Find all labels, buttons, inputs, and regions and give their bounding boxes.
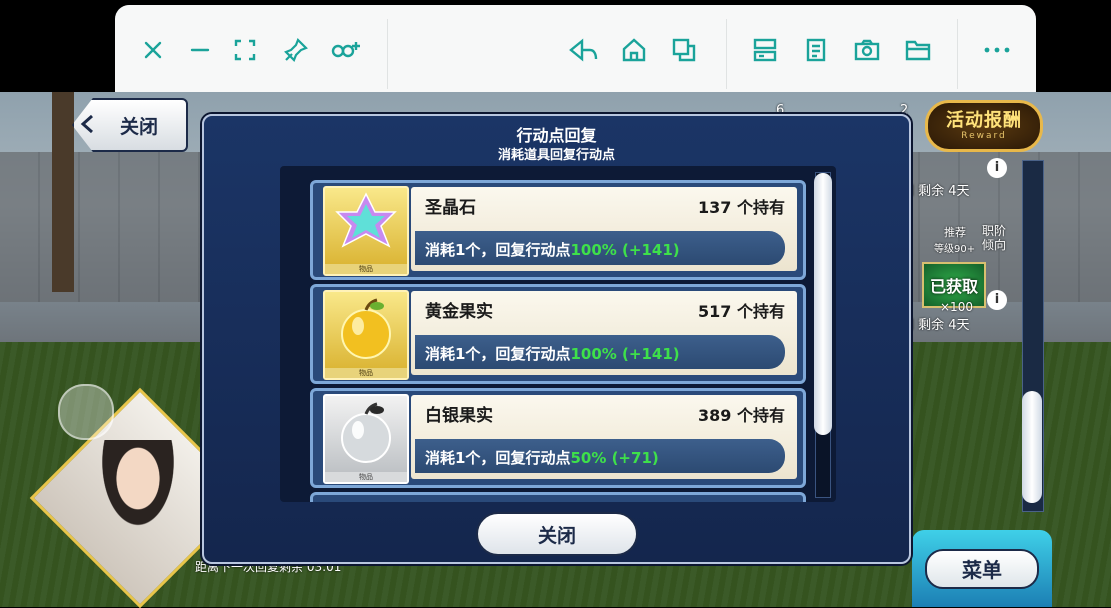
toolbar-separator [387,19,388,89]
dialog-title: 行动点回复 [516,126,597,145]
scene-close-label: 关闭 [119,115,158,138]
side-scroll-thumb[interactable] [1022,391,1042,503]
floating-window-toolbar [115,5,1036,92]
dialog-subtitle: 消耗道具回复行动点 [497,148,615,163]
reward-label: 活动报酬 [946,110,1022,131]
side-scroll-track[interactable] [1022,160,1044,512]
item-recover-amount: 100% (+141) [570,345,680,363]
ap-recovery-dialog: 行动点回复 消耗道具回复行动点 物品 圣晶石 137 个持有 消耗1个，回复行动… [202,114,911,564]
menu-button[interactable]: 菜单 [912,530,1052,607]
window-switch-icon[interactable] [667,33,701,67]
item-count: 389 个持有 [698,406,785,425]
recommended-level: 等级90+ [934,244,976,255]
close-icon[interactable] [136,33,170,67]
item-effect-text: 消耗1个，回复行动点 [425,345,571,363]
item-effect-text: 消耗1个，回复行动点 [425,449,571,467]
item-recover-amount: 100% (+141) [570,241,680,259]
more-icon[interactable] [980,33,1014,67]
back-arrow-icon [80,114,93,134]
fullscreen-icon[interactable] [228,33,262,67]
item-recover-amount: 50% (+71) [570,449,659,467]
folder-icon[interactable] [901,33,935,67]
item-effect-bar: 消耗1个，回复行动点50% (+71) [415,439,785,473]
event-reward-button[interactable]: 活动报酬 Reward [925,100,1043,152]
item-name: 白银果实 [425,406,493,426]
storage-icon[interactable] [748,33,782,67]
item-effect-bar: 消耗1个，回复行动点100% (+141) [415,335,785,369]
home-icon[interactable] [617,33,651,67]
recovery-item-golden-apple[interactable]: 物品 黄金果实 517 个持有 消耗1个，回复行动点100% (+141) [310,284,806,384]
item-effect-text: 消耗1个，回复行动点 [425,241,571,259]
dialog-close-label: 关闭 [537,524,576,547]
recovery-item-partial[interactable] [310,492,806,502]
recovery-item-list[interactable]: 物品 圣晶石 137 个持有 消耗1个，回复行动点100% (+141) 物品 … [280,166,836,502]
item-panel: 白银果实 389 个持有 消耗1个，回复行动点50% (+71) [411,395,797,479]
golden-apple-icon: 物品 [323,290,409,380]
saint-quartz-icon: 物品 [323,186,409,276]
item-tag: 物品 [325,264,407,274]
info-icon[interactable]: i [987,290,1007,310]
recovery-item-silver-apple[interactable]: 物品 白银果实 389 个持有 消耗1个，回复行动点50% (+71) [310,388,806,488]
pin-icon[interactable] [279,33,313,67]
item-effect-bar: 消耗1个，回复行动点100% (+141) [415,231,785,265]
item-tag: 物品 [325,472,407,482]
toolbar-separator [957,19,958,89]
notes-icon[interactable] [799,33,833,67]
menu-label: 菜单 [962,558,1002,582]
item-tag: 物品 [325,368,407,378]
silver-apple-icon: 物品 [323,394,409,484]
joystick[interactable] [58,384,114,440]
item-name: 黄金果实 [425,302,493,322]
recommend-label: 推荐 [944,226,966,239]
item-name: 圣晶石 [425,198,476,218]
info-icon[interactable]: i [987,158,1007,178]
wooden-pole [52,92,74,292]
servant-portrait [88,440,188,550]
recovery-item-saint-quartz[interactable]: 物品 圣晶石 137 个持有 消耗1个，回复行动点100% (+141) [310,180,806,280]
reward-quantity: ×100 [940,300,973,314]
reward-sublabel: Reward [961,131,1007,141]
item-count: 137 个持有 [698,198,785,217]
list-scroll-thumb[interactable] [814,173,832,435]
item-panel: 黄金果实 517 个持有 消耗1个，回复行动点100% (+141) [411,291,797,375]
item-count: 517 个持有 [698,302,785,321]
toolbar-separator [726,19,727,89]
class-tendency-label: 职阶倾向 [982,224,1007,252]
link-add-icon[interactable] [329,33,363,67]
back-icon[interactable] [566,33,600,67]
dialog-close-button[interactable]: 关闭 [476,512,638,556]
list-scrollbar[interactable] [814,172,832,498]
minimize-icon[interactable] [183,33,217,67]
camera-icon[interactable] [850,33,884,67]
acquired-label: 已获取 [929,277,978,296]
item-panel: 圣晶石 137 个持有 消耗1个，回复行动点100% (+141) [411,187,797,271]
